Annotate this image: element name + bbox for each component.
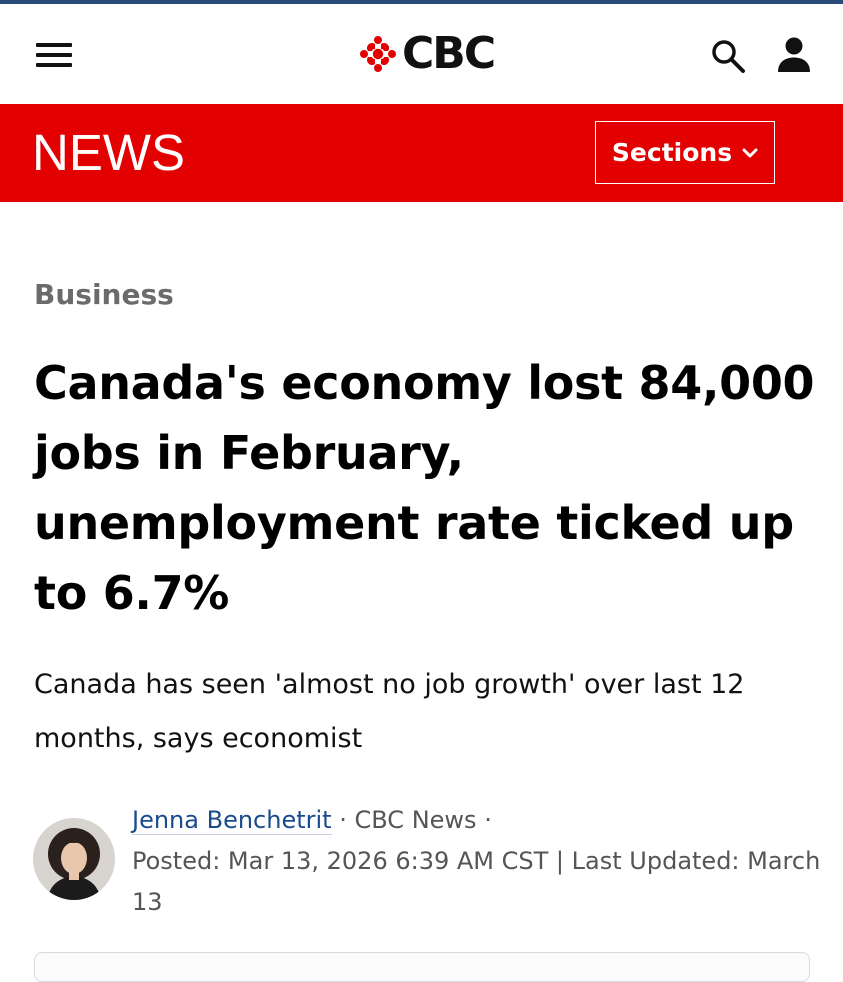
- user-icon[interactable]: [776, 36, 812, 74]
- search-icon[interactable]: [710, 38, 746, 74]
- article-deck: Canada has seen 'almost no job growth' o…: [34, 669, 745, 754]
- chevron-down-icon: [742, 148, 758, 157]
- author-link[interactable]: Jenna Benchetrit: [132, 806, 332, 835]
- byline-separator: ·: [484, 806, 492, 834]
- byline: Jenna Benchetrit · CBC News · Posted: Ma…: [132, 800, 822, 923]
- cbc-logo[interactable]: CBC: [358, 28, 496, 79]
- news-section-title[interactable]: NEWS: [32, 124, 185, 182]
- byline-separator: ·: [339, 806, 347, 834]
- site-header: CBC: [0, 4, 843, 104]
- article-headline: Canada's economy lost 84,000 jobs in Feb…: [34, 356, 815, 620]
- posted-timestamp: Posted: Mar 13, 2026 6:39 AM CST: [132, 847, 549, 875]
- logo-text: CBC: [402, 28, 496, 79]
- sections-button[interactable]: Sections: [595, 121, 775, 184]
- next-content-card: [34, 952, 810, 982]
- byline-outlet: CBC News: [354, 806, 477, 834]
- timestamp-divider: |: [555, 847, 565, 875]
- article-category[interactable]: Business: [34, 278, 174, 311]
- cbc-gem-icon: [360, 36, 396, 72]
- hamburger-menu-icon[interactable]: [36, 41, 72, 69]
- author-avatar[interactable]: [33, 818, 115, 900]
- sections-label: Sections: [611, 138, 733, 167]
